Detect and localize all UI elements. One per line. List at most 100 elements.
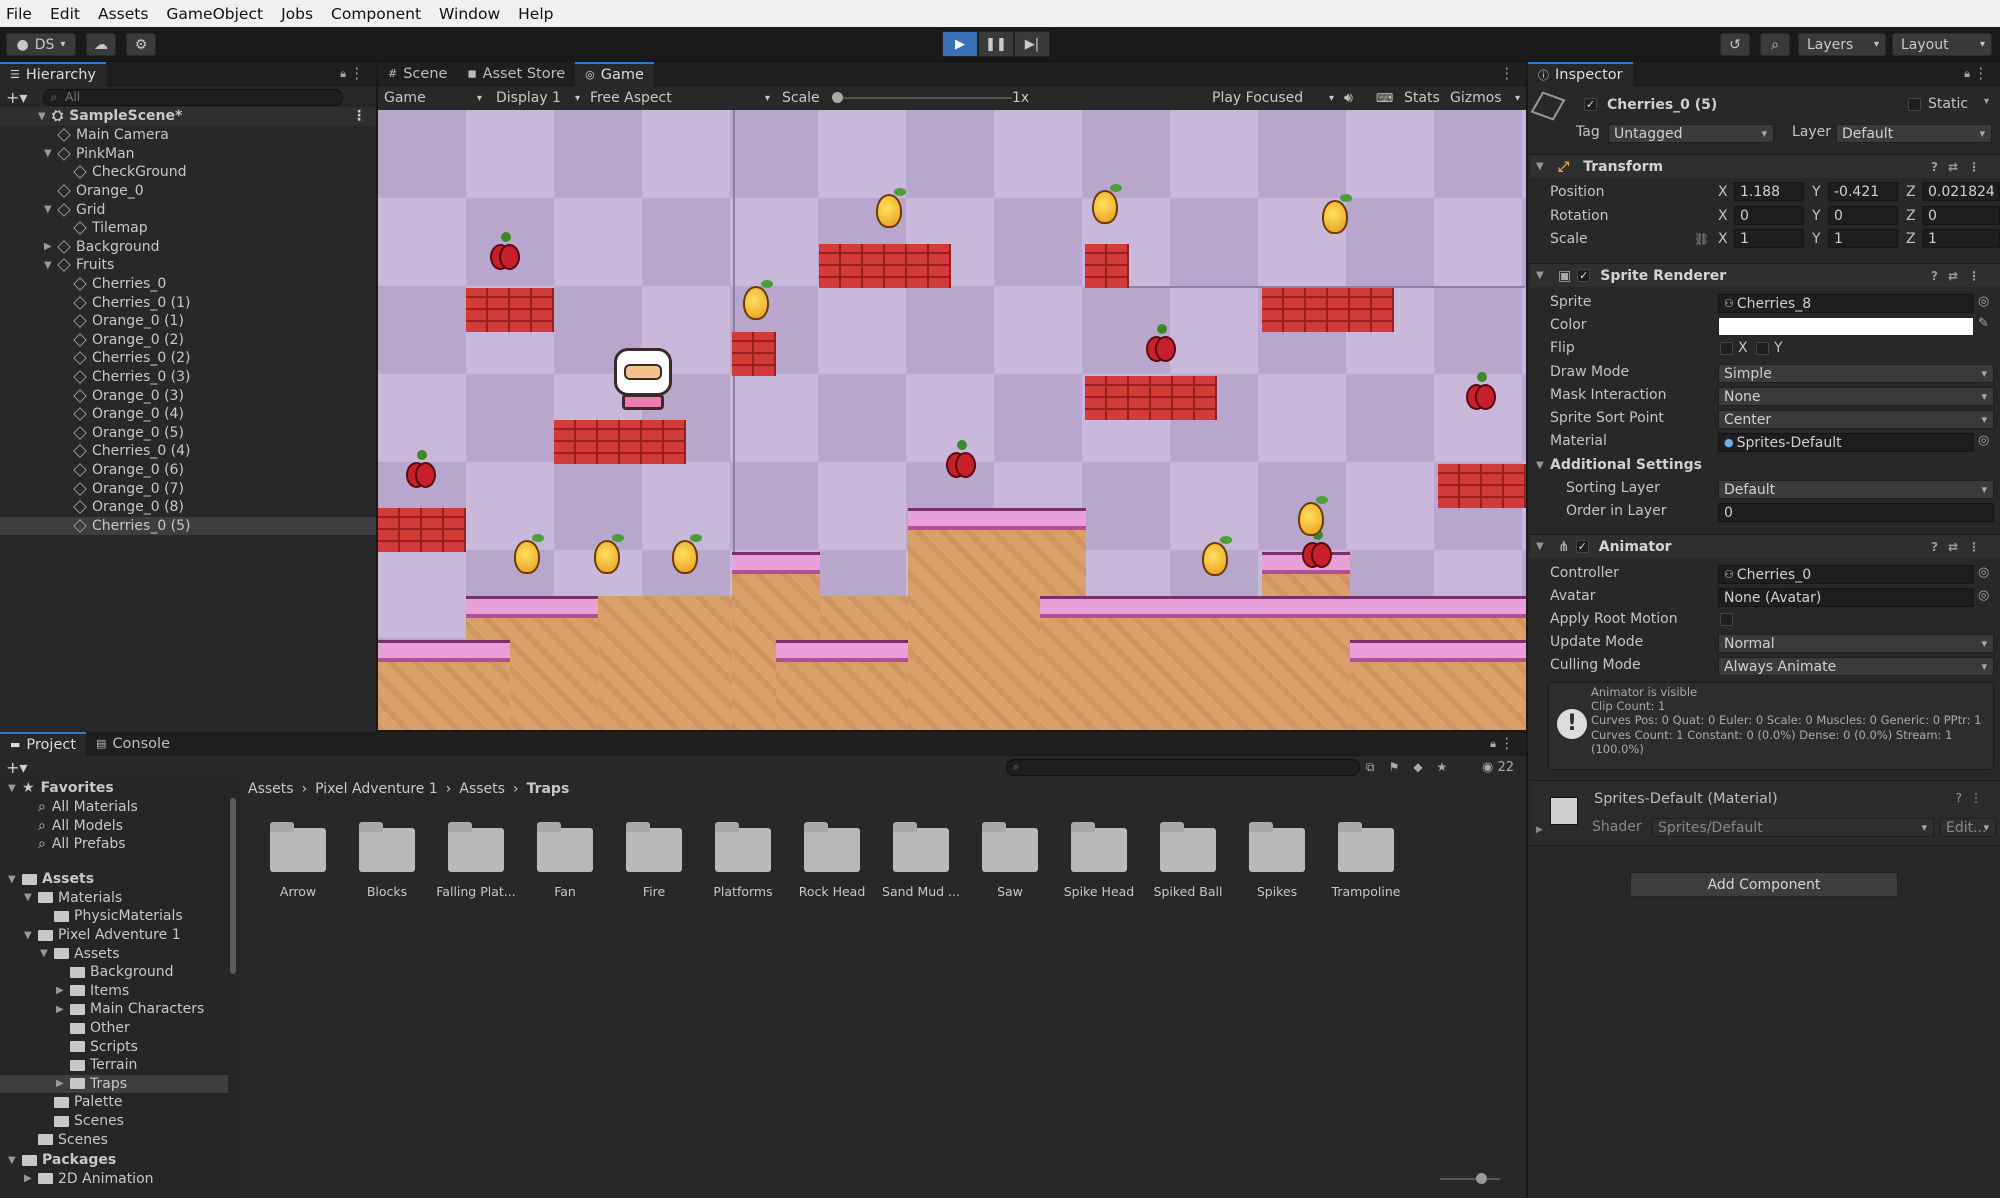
layers-dropdown[interactable]: Layers ▾ (1798, 33, 1886, 56)
more-icon[interactable]: ⋮ (1500, 66, 1515, 82)
asset-folder[interactable]: Rock Head (789, 822, 875, 899)
rotation-y-field[interactable]: 0 (1828, 206, 1898, 225)
foldout-icon[interactable]: ▼ (8, 874, 18, 885)
history-button[interactable]: ↺ (1720, 33, 1750, 56)
hierarchy-item[interactable]: Cherries_0 (2) (0, 349, 376, 368)
sorting-layer-dropdown[interactable]: Default (1718, 480, 1994, 499)
hierarchy-item[interactable]: ▶ Background (0, 238, 376, 257)
breadcrumb-item[interactable]: Assets (248, 781, 294, 797)
icon-size-slider[interactable] (1440, 1173, 1500, 1184)
pause-button[interactable]: ❚❚ (978, 31, 1014, 57)
add-icon[interactable]: +▾ (6, 88, 27, 107)
tab-project[interactable]: ▬ Project (0, 731, 87, 756)
breadcrumb-item[interactable]: Assets (459, 781, 505, 797)
mask-interaction-dropdown[interactable]: None (1718, 387, 1994, 406)
cloud-button[interactable]: ☁ (86, 33, 116, 56)
draw-mode-dropdown[interactable]: Simple (1718, 364, 1994, 383)
sprite-renderer-header[interactable]: ▼ ▣ ✓ Sprite Renderer ?⇄⋮ (1530, 263, 2000, 287)
foldout-icon[interactable]: ▶ (56, 985, 66, 996)
active-checkbox[interactable]: ✓ (1584, 98, 1597, 111)
project-tree-item[interactable]: ▶ Items (0, 982, 228, 1001)
project-tree-item[interactable]: ▼ Materials (0, 889, 228, 908)
material-field[interactable]: ● Sprites-Default (1718, 433, 1974, 452)
icon-size-slider-handle[interactable] (1476, 1173, 1487, 1184)
asset-folder[interactable]: Fan (522, 822, 608, 899)
foldout-icon[interactable]: ▶ (1536, 825, 1543, 835)
play-button[interactable]: ▶ (942, 31, 978, 57)
hierarchy-item[interactable]: Orange_0 (4) (0, 405, 376, 424)
panel-divider[interactable] (1526, 62, 1528, 1198)
favorites-header[interactable]: ▼ ★ Favorites (8, 779, 114, 798)
hierarchy-search-input[interactable]: ⌕ All (43, 88, 344, 106)
scale-z-field[interactable]: 1 (1922, 229, 2000, 248)
foldout-icon[interactable]: ▼ (44, 260, 54, 271)
object-picker-icon[interactable]: ◎ (1978, 565, 1989, 580)
update-mode-dropdown[interactable]: Normal (1718, 634, 1994, 653)
more-icon[interactable]: ⋮ (1500, 736, 1515, 752)
foldout-icon[interactable]: ▼ (24, 892, 34, 903)
gizmos-dropdown[interactable]: Gizmos ▾ (1450, 90, 1520, 106)
flip-y-checkbox[interactable] (1756, 342, 1769, 355)
hierarchy-item[interactable]: Cherries_0 (4) (0, 442, 376, 461)
position-x-field[interactable]: 1.188 (1734, 182, 1804, 201)
asset-folder[interactable]: Saw (967, 822, 1053, 899)
project-tree-item[interactable]: ▶ Traps (0, 1074, 228, 1094)
hierarchy-item[interactable]: Cherries_0 (3) (0, 368, 376, 387)
flip-x-checkbox[interactable] (1720, 342, 1733, 355)
color-swatch[interactable] (1718, 317, 1974, 336)
collab-button[interactable]: ⚙ (126, 33, 156, 56)
position-z-field[interactable]: 0.021824 (1922, 182, 2000, 201)
sprite-sort-point-dropdown[interactable]: Center (1718, 410, 1994, 429)
object-picker-icon[interactable]: ◎ (1978, 433, 1989, 448)
tab-hierarchy[interactable]: ☰ Hierarchy (0, 61, 106, 86)
tab-inspector[interactable]: ⓘ Inspector (1528, 61, 1633, 86)
foldout-icon[interactable]: ▼ (44, 204, 54, 215)
menu-gameobject[interactable]: GameObject (166, 5, 263, 23)
menu-assets[interactable]: Assets (98, 5, 148, 23)
axis-label-y[interactable]: Y (1812, 184, 1821, 200)
hierarchy-item[interactable]: Main Camera (0, 126, 376, 145)
axis-label-z[interactable]: Z (1906, 184, 1916, 200)
animator-header[interactable]: ▼ ⋔ ✓ Animator ?⇄⋮ (1530, 534, 2000, 558)
project-tree-item[interactable]: Scripts (0, 1037, 228, 1056)
axis-label-x[interactable]: X (1718, 184, 1728, 200)
favorite-item[interactable]: ⌕ All Materials (38, 798, 138, 817)
step-button[interactable]: ▶| (1014, 31, 1050, 57)
asset-folder[interactable]: Falling Plat... (433, 822, 519, 899)
panel-divider[interactable] (376, 62, 378, 732)
axis-label-y[interactable]: Y (1812, 208, 1821, 224)
project-tree-item[interactable]: Other (0, 1019, 228, 1038)
aspect-dropdown[interactable]: Free Aspect ▾ (590, 90, 770, 106)
culling-mode-dropdown[interactable]: Always Animate (1718, 657, 1994, 676)
scale-x-field[interactable]: 1 (1734, 229, 1804, 248)
project-tree-item[interactable]: Background (0, 963, 228, 982)
audio-mute-icon[interactable]: 🔊︎ (1344, 90, 1353, 106)
rotation-z-field[interactable]: 0 (1922, 206, 2000, 225)
tab-scene[interactable]: # Scene (378, 62, 457, 86)
enabled-checkbox[interactable]: ✓ (1577, 269, 1591, 282)
play-focused-dropdown[interactable]: Play Focused ▾ (1212, 90, 1334, 106)
scale-slider[interactable] (832, 92, 1012, 103)
add-component-button[interactable]: Add Component (1630, 872, 1898, 897)
asset-folder[interactable]: Sand Mud ... (878, 822, 964, 899)
more-icon[interactable]: ⋮ (352, 108, 366, 124)
project-tree-item[interactable]: ▶ Main Characters (0, 1000, 228, 1019)
search-button[interactable]: ⌕ (1760, 33, 1790, 56)
foldout-icon[interactable]: ▶ (56, 1078, 66, 1089)
hierarchy-item[interactable]: Orange_0 (2) (0, 331, 376, 350)
asset-folder[interactable]: Spikes (1234, 822, 1320, 899)
project-filter-icons[interactable]: ⧉⚑◆★ (1366, 760, 1461, 775)
hierarchy-item[interactable]: ▼ Grid (0, 200, 376, 219)
asset-folder[interactable]: Arrow (255, 822, 341, 899)
hierarchy-item[interactable]: Cherries_0 (0, 275, 376, 294)
asset-folder[interactable]: Platforms (700, 822, 786, 899)
asset-folder[interactable]: Fire (611, 822, 697, 899)
lock-icon[interactable]: 🔒︎ (1490, 737, 1496, 751)
hierarchy-item[interactable]: Orange_0 (8) (0, 498, 376, 517)
breadcrumb-item[interactable]: Traps (527, 781, 570, 797)
project-tree-item[interactable]: ▼ Pixel Adventure 1 (0, 926, 228, 945)
project-tree-item[interactable]: Terrain (0, 1056, 228, 1075)
static-checkbox[interactable] (1908, 98, 1921, 111)
component-header-icons[interactable]: ?⇄⋮ (1931, 540, 1990, 554)
account-button[interactable]: ● DS ▾ (6, 33, 76, 56)
